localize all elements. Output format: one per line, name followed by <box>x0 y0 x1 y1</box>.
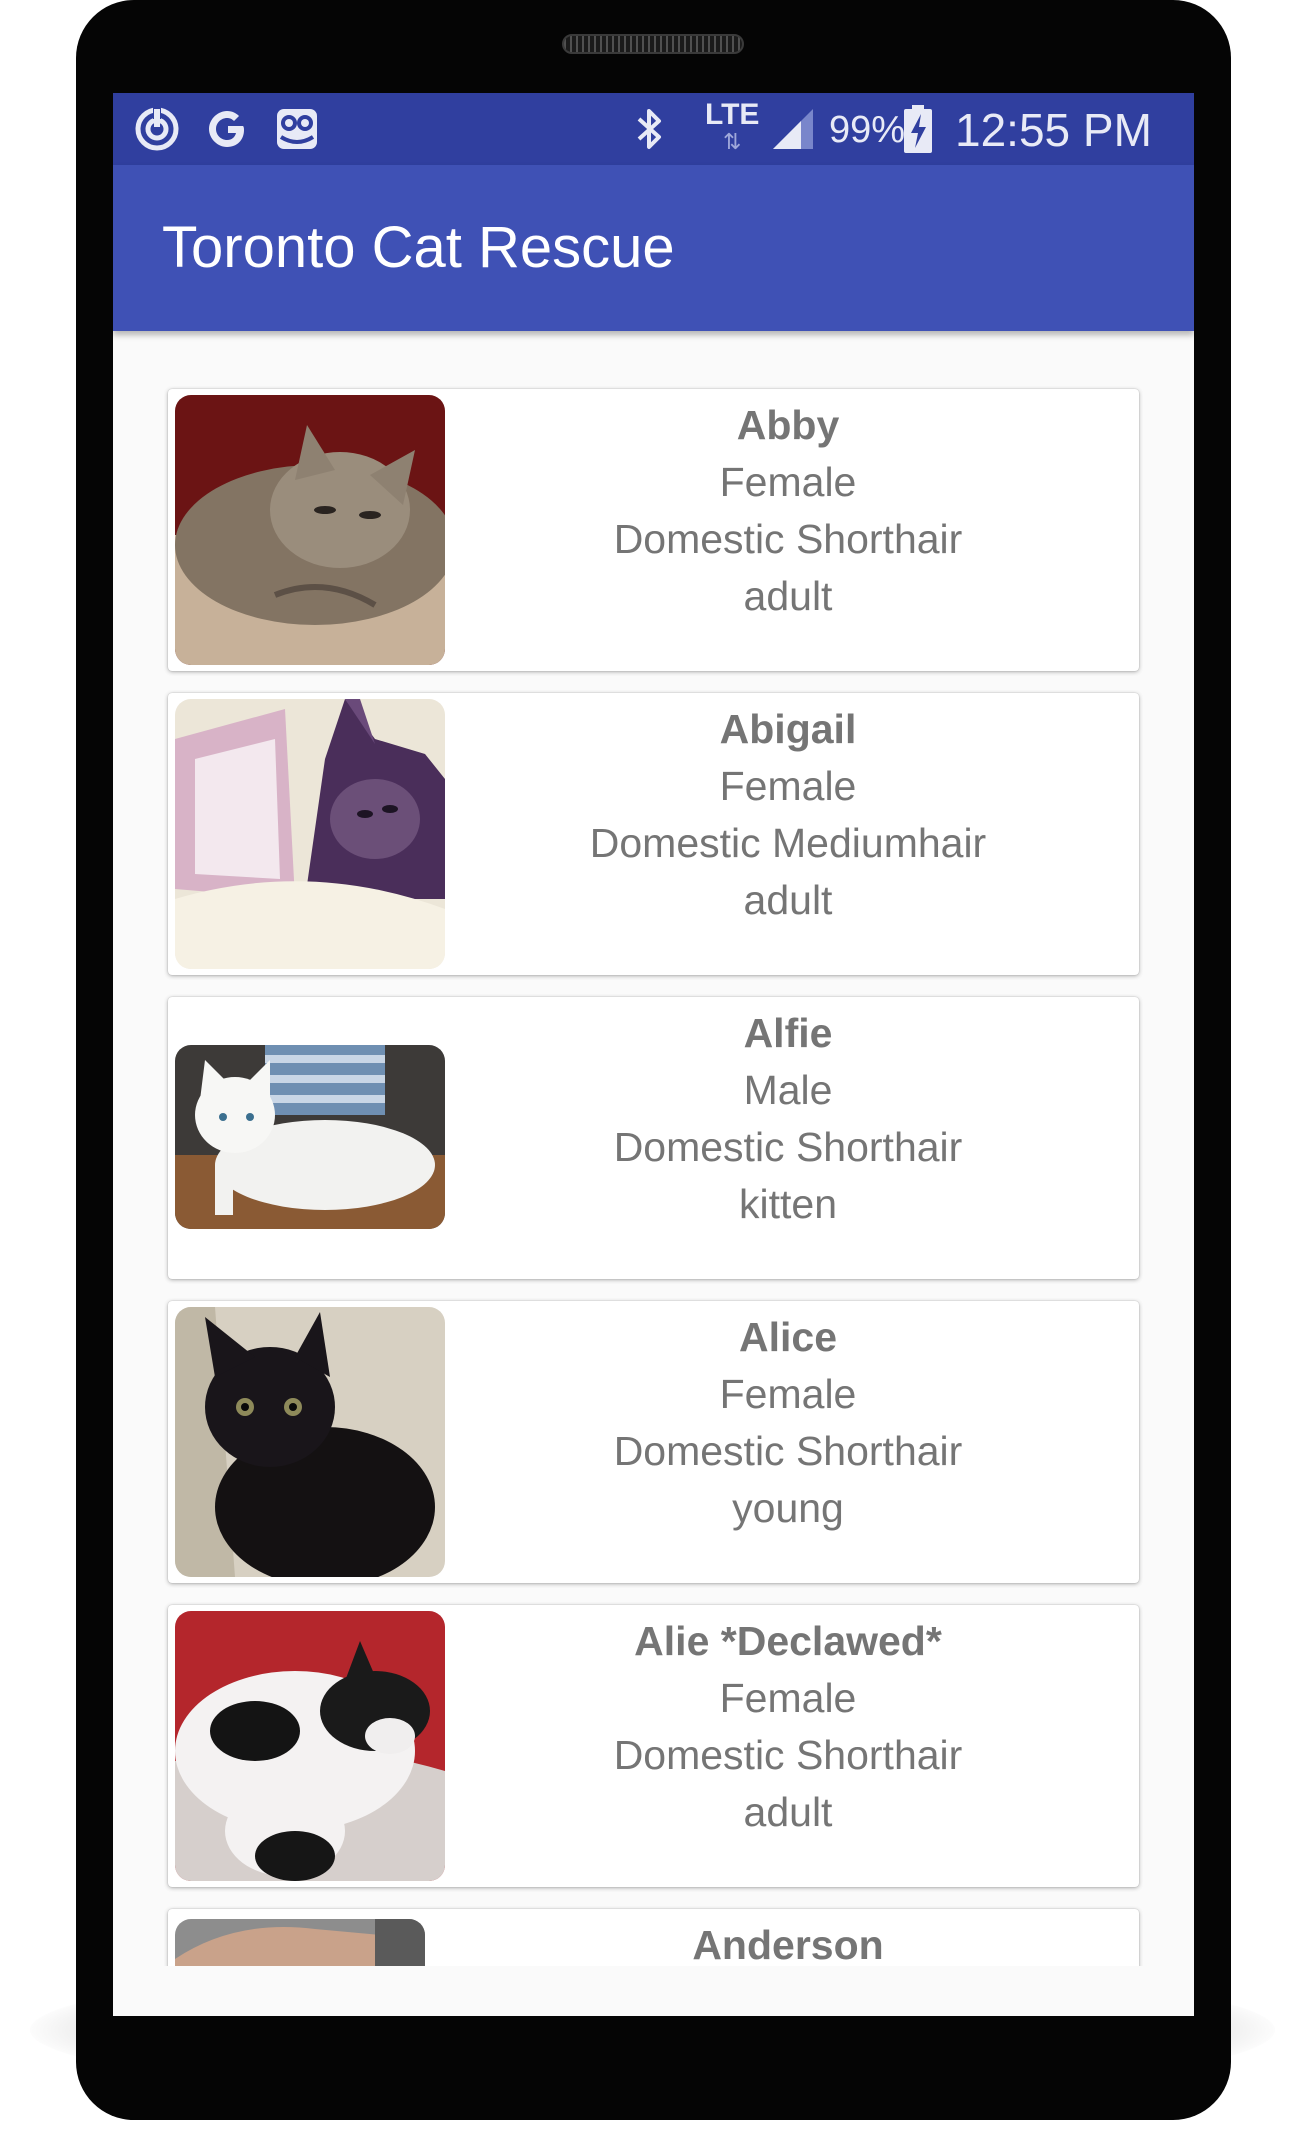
cat-sex: Female <box>719 1675 857 1721</box>
cat-name: Alice <box>739 1314 837 1360</box>
cat-sex: Female <box>719 1371 857 1417</box>
cat-photo <box>175 699 445 969</box>
cat-breed: Domestic Shorthair <box>613 516 963 562</box>
cat-info: Anderson <box>468 1917 1108 1966</box>
earpiece-speaker <box>562 34 744 54</box>
cat-age: adult <box>743 877 833 923</box>
cat-breed: Domestic Shorthair <box>613 1732 963 1778</box>
cat-age: young <box>732 1485 844 1531</box>
cat-breed: Domestic Shorthair <box>613 1428 963 1474</box>
cat-info: Alice Female Domestic Shorthair young <box>468 1309 1108 1537</box>
cat-list-viewport: Abby Female Domestic Shorthair adult Abi… <box>113 331 1194 1966</box>
cat-list[interactable]: Abby Female Domestic Shorthair adult Abi… <box>113 331 1194 2016</box>
google-icon <box>203 105 251 153</box>
cat-name: Abby <box>736 402 840 448</box>
battery-charging-icon <box>903 105 933 153</box>
network-type: LTE <box>705 98 760 131</box>
cat-info: Abigail Female Domestic Mediumhair adult <box>468 701 1108 929</box>
app-bar: Toronto Cat Rescue <box>113 165 1194 331</box>
cat-card-alfie[interactable]: Alfie Male Domestic Shorthair kitten <box>168 997 1139 1279</box>
clock: 12:55 PM <box>955 104 1152 156</box>
cat-photo <box>175 1611 445 1881</box>
status-bar: LTE ⇅ 99% 12:55 PM <box>113 93 1194 165</box>
cat-photo <box>175 1919 425 1966</box>
device-screen: LTE ⇅ 99% 12:55 PM Toronto Cat Rescue Ab… <box>113 93 1194 2016</box>
cat-card-anderson[interactable]: Anderson <box>168 1909 1139 1966</box>
cat-sex: Female <box>719 459 857 505</box>
cat-age: kitten <box>739 1181 837 1227</box>
cat-info: Alie *Declawed* Female Domestic Shorthai… <box>468 1613 1108 1841</box>
owl-icon <box>273 105 321 153</box>
app-title: Toronto Cat Rescue <box>162 215 675 280</box>
cat-age: adult <box>743 573 833 619</box>
sync-icon <box>133 105 181 153</box>
cat-info: Abby Female Domestic Shorthair adult <box>468 397 1108 625</box>
cat-sex: Female <box>719 763 857 809</box>
cat-name: Alfie <box>743 1010 833 1056</box>
cat-breed: Domestic Shorthair <box>613 1124 963 1170</box>
cat-photo <box>175 395 445 665</box>
cat-name: Abigail <box>719 706 857 752</box>
cat-name: Alie *Declawed* <box>634 1618 942 1664</box>
lte-icon: LTE ⇅ <box>705 98 760 154</box>
cat-photo <box>175 1045 445 1229</box>
cat-photo <box>175 1307 445 1577</box>
cat-card-alice[interactable]: Alice Female Domestic Shorthair young <box>168 1301 1139 1583</box>
cat-card-abby[interactable]: Abby Female Domestic Shorthair adult <box>168 389 1139 671</box>
cat-breed: Domestic Mediumhair <box>589 820 987 866</box>
cat-card-abigail[interactable]: Abigail Female Domestic Mediumhair adult <box>168 693 1139 975</box>
bluetooth-icon <box>629 105 669 153</box>
cat-card-alie[interactable]: Alie *Declawed* Female Domestic Shorthai… <box>168 1605 1139 1887</box>
cat-info: Alfie Male Domestic Shorthair kitten <box>468 1005 1108 1233</box>
battery-percent: 99% <box>829 109 906 151</box>
signal-icon <box>769 105 817 153</box>
cat-name: Anderson <box>692 1922 884 1966</box>
cat-age: adult <box>743 1789 833 1835</box>
cat-sex: Male <box>743 1067 833 1113</box>
